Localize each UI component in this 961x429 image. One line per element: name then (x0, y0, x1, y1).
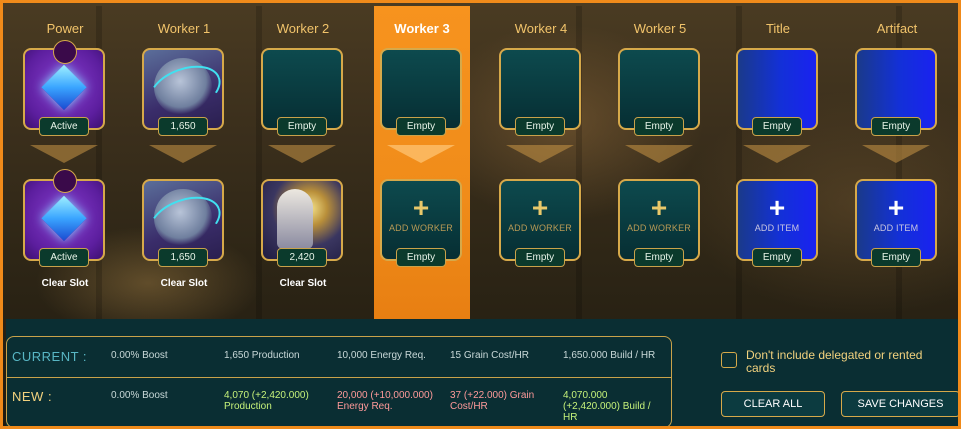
value-badge: 1,650 (158, 248, 208, 267)
status-badge: Empty (396, 248, 446, 267)
value-badge: 2,420 (277, 248, 327, 267)
chevron-down-icon (387, 145, 455, 163)
power-crystal-icon (41, 64, 87, 111)
status-badge: Empty (396, 117, 446, 136)
chevron-down-icon (149, 145, 217, 163)
slot-worker-1-top[interactable]: 1,650 (142, 48, 224, 136)
clear-slot-power-button[interactable]: Clear Slot (17, 278, 113, 289)
add-label: ADD ITEM (873, 223, 919, 233)
plus-icon: + (412, 192, 430, 223)
slot-artifact-top[interactable]: Empty (855, 48, 937, 136)
plus-icon: + (531, 192, 549, 223)
status-badge: Active (39, 117, 89, 136)
plus-icon: + (650, 192, 668, 223)
slot-worker-5-top[interactable]: Empty (618, 48, 700, 136)
slot-worker-4-top[interactable]: Empty (499, 48, 581, 136)
column-header-power: Power (46, 21, 84, 36)
new-energy: 20,000 (+10,000.000) Energy Req. (337, 390, 433, 412)
status-badge: Empty (752, 248, 802, 267)
add-artifact-slot[interactable]: + ADD ITEM Empty (855, 179, 937, 267)
column-header-worker-3: Worker 3 (394, 21, 450, 36)
add-label: ADD WORKER (388, 223, 453, 233)
slot-title-top[interactable]: Empty (736, 48, 818, 136)
status-badge: Empty (752, 117, 802, 136)
chevron-down-icon (743, 145, 811, 163)
status-badge: Empty (871, 248, 921, 267)
status-badge: Empty (277, 117, 327, 136)
power-coin-icon (53, 169, 77, 193)
new-production: 4,070 (+2,420.000) Production (224, 390, 309, 412)
current-production: 1,650 Production (224, 350, 300, 361)
chevron-down-icon (268, 145, 336, 163)
chevron-down-icon (30, 145, 98, 163)
column-header-artifact: Artifact (876, 21, 918, 36)
clear-all-button[interactable]: CLEAR ALL (721, 391, 825, 417)
add-title-slot[interactable]: + ADD ITEM Empty (736, 179, 818, 267)
add-label: ADD WORKER (626, 223, 691, 233)
chevron-down-icon (625, 145, 693, 163)
current-build: 1,650.000 Build / HR (563, 350, 656, 361)
slot-worker-3-top[interactable]: Empty (380, 48, 462, 136)
add-worker-5-slot[interactable]: + ADD WORKER Empty (618, 179, 700, 267)
status-badge: Empty (515, 248, 565, 267)
slot-worker-1-bottom[interactable]: 1,650 (142, 179, 224, 267)
power-coin-icon (53, 40, 77, 64)
current-energy: 10,000 Energy Req. (337, 350, 426, 361)
chevron-down-icon (506, 145, 574, 163)
game-frame: Power Worker 1 Worker 2 Worker 3 Worker … (0, 0, 961, 429)
current-boost: 0.00% Boost (111, 350, 168, 361)
status-badge: Empty (634, 117, 684, 136)
status-badge: Active (39, 248, 89, 267)
new-label: NEW : (12, 389, 53, 404)
new-boost: 0.00% Boost (111, 390, 168, 401)
add-label: ADD ITEM (754, 223, 800, 233)
current-label: CURRENT : (12, 349, 88, 364)
delegated-checkbox-label: Don't include delegated or rented cards (746, 348, 923, 375)
power-crystal-icon (41, 195, 87, 242)
new-build: 4,070.000 (+2,420.000) Build / HR (563, 390, 651, 423)
chevron-down-icon (862, 145, 930, 163)
status-badge: Empty (871, 117, 921, 136)
new-grain: 37 (+22.000) Grain Cost/HR (450, 390, 535, 412)
divider (7, 377, 671, 378)
worker-card-art (154, 189, 212, 247)
save-changes-button[interactable]: SAVE CHANGES (841, 391, 958, 417)
worker-card-art (154, 58, 212, 116)
clear-slot-worker-2-button[interactable]: Clear Slot (255, 278, 351, 289)
column-header-worker-2: Worker 2 (276, 21, 330, 36)
add-worker-3-slot[interactable]: + ADD WORKER Empty (380, 179, 462, 267)
column-header-title: Title (765, 21, 791, 36)
plus-icon: + (887, 192, 905, 223)
add-worker-4-slot[interactable]: + ADD WORKER Empty (499, 179, 581, 267)
value-badge: 1,650 (158, 117, 208, 136)
column-header-worker-5: Worker 5 (633, 21, 687, 36)
plus-icon: + (768, 192, 786, 223)
slot-worker-2-top[interactable]: Empty (261, 48, 343, 136)
current-grain: 15 Grain Cost/HR (450, 350, 529, 361)
slot-worker-2-bottom[interactable]: 2,420 (261, 179, 343, 267)
add-label: ADD WORKER (507, 223, 572, 233)
delegated-checkbox[interactable] (721, 352, 737, 368)
worker-card-art (277, 189, 313, 249)
column-header-worker-4: Worker 4 (514, 21, 568, 36)
status-badge: Empty (515, 117, 565, 136)
clear-slot-worker-1-button[interactable]: Clear Slot (136, 278, 232, 289)
column-header-worker-1: Worker 1 (157, 21, 211, 36)
status-badge: Empty (634, 248, 684, 267)
